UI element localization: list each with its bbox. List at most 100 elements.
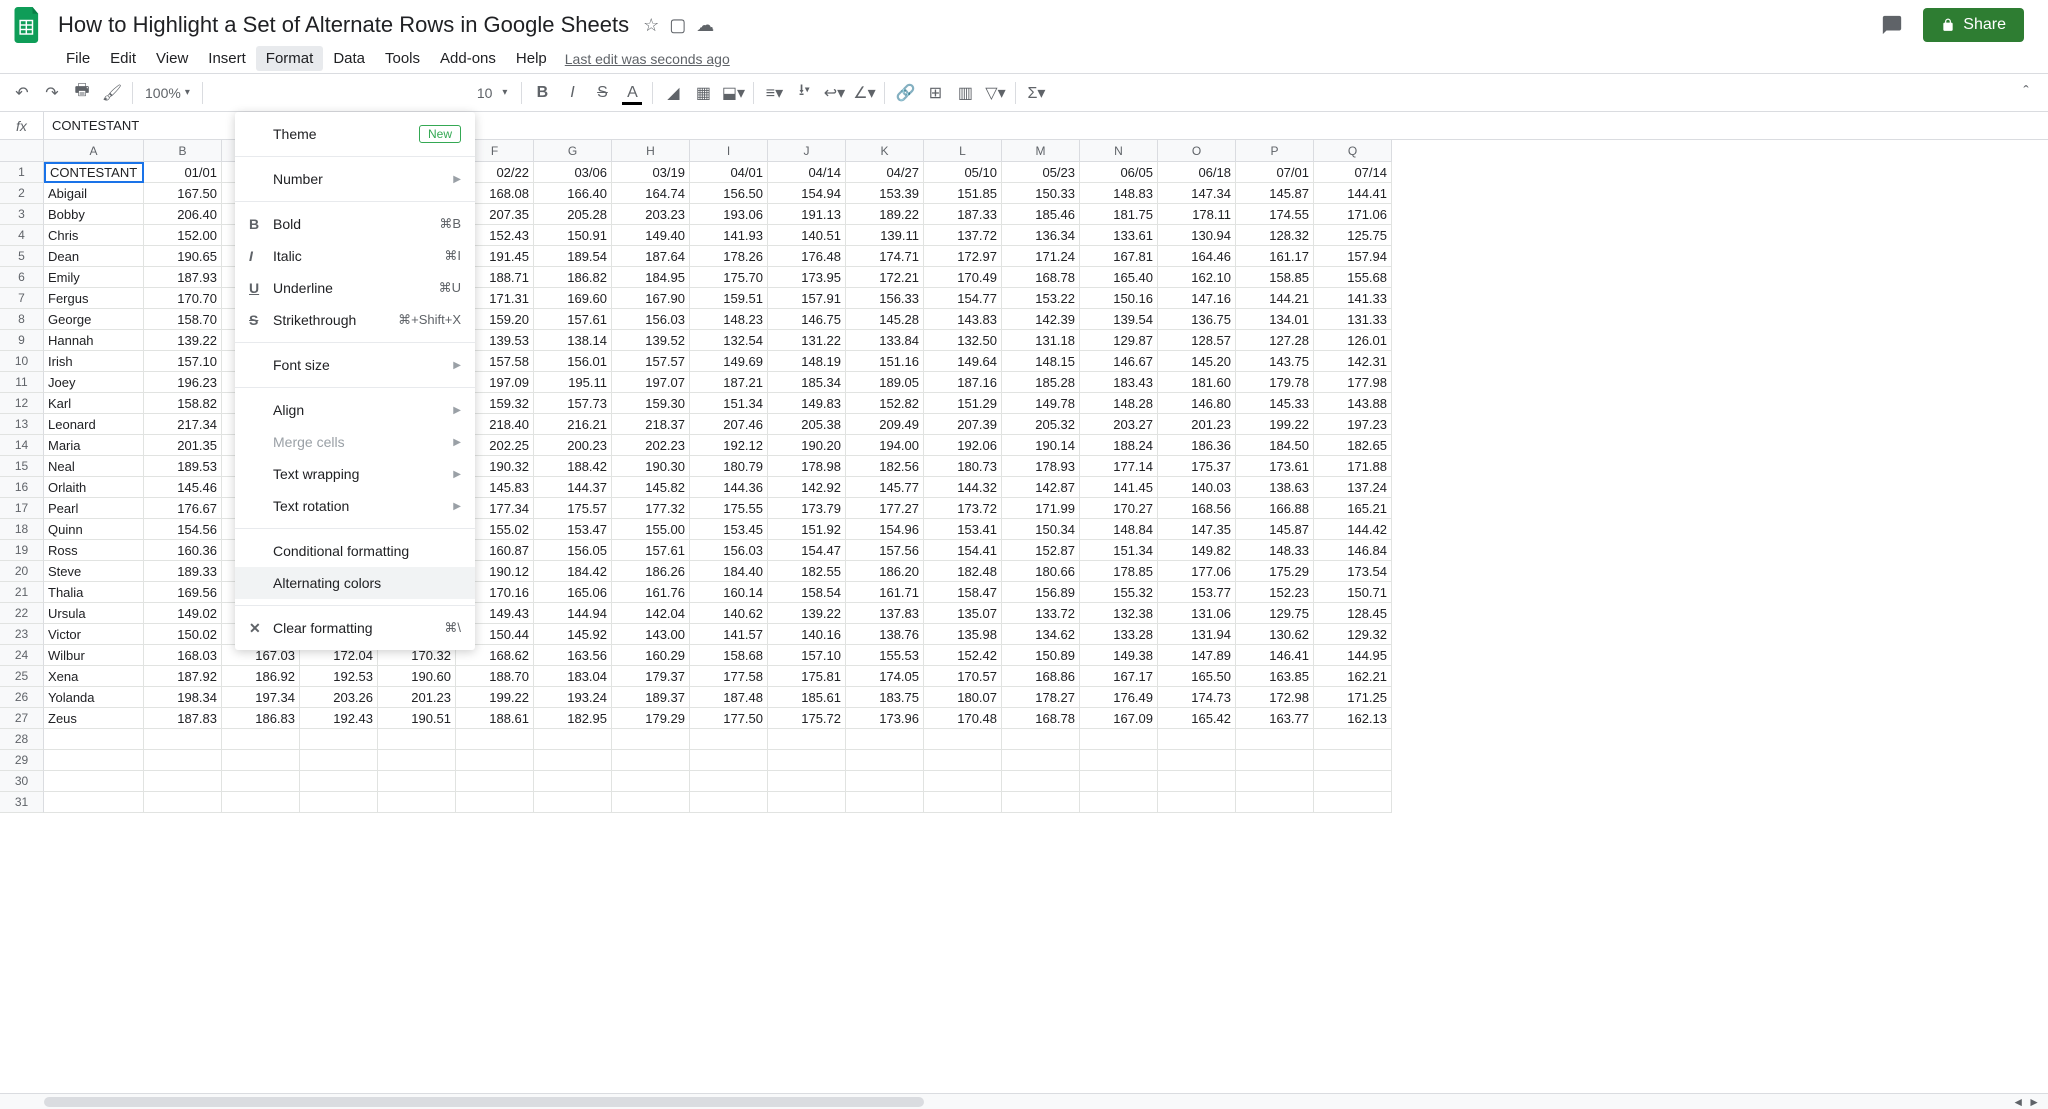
row-header[interactable]: 6 — [0, 267, 44, 288]
cell[interactable]: 200.23 — [534, 435, 612, 456]
cell[interactable]: 174.05 — [846, 666, 924, 687]
cell[interactable]: 160.14 — [690, 582, 768, 603]
cell[interactable]: 162.21 — [1314, 666, 1392, 687]
cell[interactable]: 181.60 — [1158, 372, 1236, 393]
comment-insert-button[interactable]: ⊞ — [921, 79, 949, 107]
cell[interactable]: 132.50 — [924, 330, 1002, 351]
cell[interactable] — [690, 771, 768, 792]
cell[interactable]: 198.34 — [144, 687, 222, 708]
cell[interactable]: 144.42 — [1314, 519, 1392, 540]
row-header[interactable]: 26 — [0, 687, 44, 708]
redo-button[interactable]: ↷ — [38, 79, 66, 107]
cell[interactable]: 174.55 — [1236, 204, 1314, 225]
cell[interactable]: 129.75 — [1236, 603, 1314, 624]
cell[interactable]: 177.50 — [690, 708, 768, 729]
cell[interactable] — [378, 729, 456, 750]
cell[interactable]: 178.26 — [690, 246, 768, 267]
cell[interactable] — [144, 771, 222, 792]
cell[interactable]: 154.96 — [846, 519, 924, 540]
cell[interactable]: 178.93 — [1002, 456, 1080, 477]
row-header[interactable]: 1 — [0, 162, 44, 183]
cell[interactable]: 181.75 — [1080, 204, 1158, 225]
cell[interactable] — [534, 792, 612, 813]
cell[interactable]: 140.03 — [1158, 477, 1236, 498]
cell[interactable]: Dean — [44, 246, 144, 267]
cell[interactable]: 152.23 — [1236, 582, 1314, 603]
cell[interactable] — [144, 750, 222, 771]
cell[interactable]: 161.17 — [1236, 246, 1314, 267]
cell[interactable]: 144.36 — [690, 477, 768, 498]
cell[interactable]: 170.49 — [924, 267, 1002, 288]
cell[interactable]: 157.91 — [768, 288, 846, 309]
cell[interactable] — [378, 771, 456, 792]
cell[interactable]: Fergus — [44, 288, 144, 309]
cell[interactable]: 175.57 — [534, 498, 612, 519]
cell[interactable]: 151.34 — [1080, 540, 1158, 561]
cell[interactable]: 180.07 — [924, 687, 1002, 708]
cell[interactable]: 145.82 — [612, 477, 690, 498]
star-icon[interactable]: ☆ — [643, 15, 659, 36]
cell[interactable] — [768, 792, 846, 813]
row-header[interactable]: 23 — [0, 624, 44, 645]
cell[interactable]: 187.93 — [144, 267, 222, 288]
cell[interactable]: 186.92 — [222, 666, 300, 687]
cell[interactable]: 145.77 — [846, 477, 924, 498]
cell[interactable] — [612, 750, 690, 771]
cell[interactable] — [44, 750, 144, 771]
cell[interactable]: 135.07 — [924, 603, 1002, 624]
column-header[interactable]: H — [612, 140, 690, 162]
cell[interactable]: 187.33 — [924, 204, 1002, 225]
cell[interactable]: 154.41 — [924, 540, 1002, 561]
cell[interactable]: 166.88 — [1236, 498, 1314, 519]
cell[interactable]: 182.65 — [1314, 435, 1392, 456]
scroll-right-icon[interactable]: ► — [2028, 1095, 2040, 1109]
cell[interactable] — [1314, 771, 1392, 792]
cell[interactable]: 172.21 — [846, 267, 924, 288]
cell[interactable]: 147.89 — [1158, 645, 1236, 666]
cell[interactable]: 131.06 — [1158, 603, 1236, 624]
italic-button[interactable]: I — [558, 79, 586, 107]
cell[interactable]: 147.35 — [1158, 519, 1236, 540]
cell[interactable]: 189.37 — [612, 687, 690, 708]
cell[interactable]: 148.33 — [1236, 540, 1314, 561]
cell[interactable]: 205.28 — [534, 204, 612, 225]
cell[interactable]: 163.77 — [1236, 708, 1314, 729]
cell[interactable]: 136.34 — [1002, 225, 1080, 246]
cell[interactable]: 158.82 — [144, 393, 222, 414]
cell[interactable]: 147.16 — [1158, 288, 1236, 309]
cell[interactable]: 205.32 — [1002, 414, 1080, 435]
cell[interactable]: 138.63 — [1236, 477, 1314, 498]
cell[interactable]: 196.23 — [144, 372, 222, 393]
row-header[interactable]: 10 — [0, 351, 44, 372]
cell[interactable]: 171.88 — [1314, 456, 1392, 477]
cell[interactable]: 172.97 — [924, 246, 1002, 267]
cell[interactable] — [1314, 792, 1392, 813]
cell[interactable]: 190.51 — [378, 708, 456, 729]
cell[interactable]: 150.02 — [144, 624, 222, 645]
functions-button[interactable]: Σ▾ — [1022, 79, 1050, 107]
cell[interactable]: 143.88 — [1314, 393, 1392, 414]
cell[interactable]: 145.33 — [1236, 393, 1314, 414]
cell[interactable]: 202.23 — [612, 435, 690, 456]
cell[interactable]: 146.67 — [1080, 351, 1158, 372]
cell[interactable]: Steve — [44, 561, 144, 582]
cell[interactable]: 129.32 — [1314, 624, 1392, 645]
cell[interactable]: 05/23 — [1002, 162, 1080, 183]
cell[interactable]: 207.46 — [690, 414, 768, 435]
cell[interactable]: Orlaith — [44, 477, 144, 498]
cell[interactable] — [1236, 750, 1314, 771]
cell[interactable]: 180.66 — [1002, 561, 1080, 582]
row-header[interactable]: 7 — [0, 288, 44, 309]
cell[interactable] — [456, 729, 534, 750]
cell[interactable]: 157.10 — [768, 645, 846, 666]
cell[interactable]: 167.90 — [612, 288, 690, 309]
cell[interactable]: 216.21 — [534, 414, 612, 435]
column-header[interactable]: O — [1158, 140, 1236, 162]
row-header[interactable]: 17 — [0, 498, 44, 519]
cell[interactable]: 190.20 — [768, 435, 846, 456]
cell[interactable]: Quinn — [44, 519, 144, 540]
menu-merge-cells[interactable]: Merge cells▶ — [235, 426, 475, 458]
scroll-left-icon[interactable]: ◄ — [2012, 1095, 2024, 1109]
cell[interactable]: 153.77 — [1158, 582, 1236, 603]
cell[interactable]: 152.82 — [846, 393, 924, 414]
